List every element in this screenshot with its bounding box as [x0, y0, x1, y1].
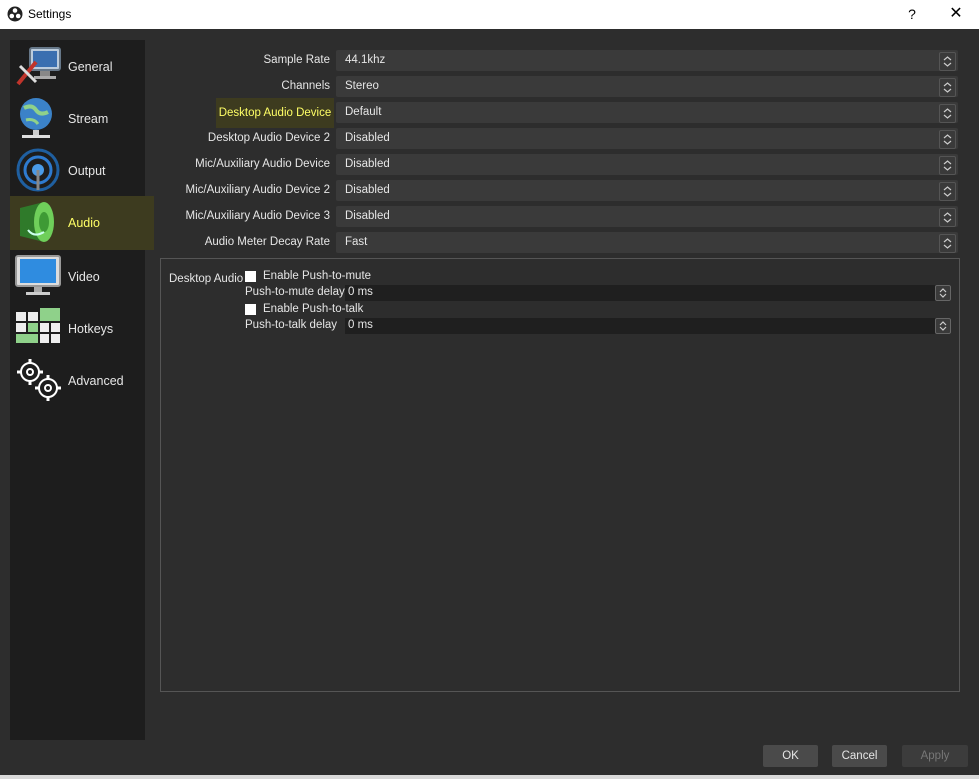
sidebar-item-advanced[interactable]: Advanced [10, 354, 145, 406]
desktop-audio-device-2-label: Desktop Audio Device 2 [207, 132, 330, 144]
mic-aux-device-2-value: Disabled [345, 184, 390, 196]
desktop-audio-device-value: Default [345, 106, 382, 118]
sidebar-item-label: General [68, 60, 113, 74]
sidebar-item-output[interactable]: Output [10, 144, 145, 196]
checkbox-icon [245, 271, 256, 282]
desktop-audio-device-2-row: Desktop Audio Device 2 Disabled [160, 128, 960, 150]
sidebar-item-video[interactable]: Video [10, 250, 145, 302]
desktop-audio-device-select[interactable]: Default [336, 102, 958, 123]
mic-aux-device-3-value: Disabled [345, 210, 390, 222]
updown-arrows-icon [939, 130, 956, 149]
settings-sidebar: General Stream Output Audio Video Hotkey… [10, 40, 154, 740]
channels-value: Stereo [345, 80, 379, 92]
audio-meter-decay-rate-label: Audio Meter Decay Rate [204, 236, 330, 248]
sidebar-item-label: Video [68, 270, 100, 284]
desktop-audio-device-2-value: Disabled [345, 132, 390, 144]
updown-arrows-icon [939, 208, 956, 227]
desktop-audio-device-row: Desktop Audio Device Default [160, 98, 960, 128]
push-to-mute-delay-row: Push-to-mute delay 0 ms [245, 285, 951, 302]
updown-arrows-icon [939, 234, 956, 253]
sidebar-item-label: Audio [68, 216, 100, 230]
audio-meter-decay-rate-row: Audio Meter Decay Rate Fast [160, 232, 960, 254]
mic-aux-device-2-select[interactable]: Disabled [336, 180, 958, 201]
updown-arrows-icon [939, 182, 956, 201]
sidebar-item-stream[interactable]: Stream [10, 92, 145, 144]
sample-rate-select[interactable]: 44.1khz [336, 50, 958, 71]
updown-arrows-icon [939, 104, 956, 123]
sidebar-item-label: Output [68, 164, 106, 178]
output-icon [14, 148, 62, 192]
push-to-mute-delay-value: 0 ms [348, 286, 373, 298]
mic-aux-device-label: Mic/Auxiliary Audio Device [195, 158, 330, 170]
audio-meter-decay-rate-select[interactable]: Fast [336, 232, 958, 253]
desktop-audio-device-label: Desktop Audio Device [216, 98, 334, 128]
push-to-talk-delay-row: Push-to-talk delay 0 ms [245, 318, 951, 335]
sidebar-item-general[interactable]: General [10, 40, 145, 92]
updown-arrows-icon [939, 78, 956, 97]
updown-arrows-icon [939, 52, 956, 71]
hotkeys-icon [14, 306, 62, 350]
sidebar-item-label: Hotkeys [68, 322, 114, 336]
channels-row: Channels Stereo [160, 76, 960, 98]
push-to-talk-delay-spinbox[interactable]: 0 ms [345, 318, 951, 334]
cancel-button[interactable]: Cancel [832, 745, 887, 767]
push-to-talk-delay-value: 0 ms [348, 319, 373, 331]
sidebar-item-audio[interactable]: Audio [10, 196, 154, 250]
mic-aux-device-2-label: Mic/Auxiliary Audio Device 2 [185, 184, 330, 196]
sidebar-item-label: Stream [68, 112, 109, 126]
mic-aux-device-3-row: Mic/Auxiliary Audio Device 3 Disabled [160, 206, 960, 228]
push-to-mute-delay-spinbox[interactable]: 0 ms [345, 285, 951, 301]
taskbar-edge [0, 775, 979, 779]
sample-rate-row: Sample Rate 44.1khz [160, 50, 960, 72]
checkbox-icon [245, 304, 256, 315]
apply-button[interactable]: Apply [902, 745, 968, 767]
sample-rate-value: 44.1khz [345, 54, 386, 66]
push-to-mute-label: Enable Push-to-mute [263, 270, 372, 282]
mic-aux-device-2-row: Mic/Auxiliary Audio Device 2 Disabled [160, 180, 960, 202]
mic-aux-device-3-select[interactable]: Disabled [336, 206, 958, 227]
updown-arrows-icon[interactable] [935, 285, 951, 301]
general-icon [14, 44, 62, 88]
sidebar-item-label: Advanced [68, 374, 124, 388]
channels-select[interactable]: Stereo [336, 76, 958, 97]
desktop-audio-device-2-select[interactable]: Disabled [336, 128, 958, 149]
sidebar-item-hotkeys[interactable]: Hotkeys [10, 302, 145, 354]
video-icon [14, 254, 62, 298]
audio-meter-decay-rate-value: Fast [345, 236, 368, 248]
mic-aux-device-select[interactable]: Disabled [336, 154, 958, 175]
updown-arrows-icon [939, 156, 956, 175]
advanced-icon [14, 358, 62, 402]
mic-aux-device-row: Mic/Auxiliary Audio Device Disabled [160, 154, 960, 176]
push-to-talk-label: Enable Push-to-talk [263, 303, 364, 315]
sample-rate-label: Sample Rate [263, 54, 330, 66]
audio-icon [14, 200, 62, 244]
desktop-audio-group-label: Desktop Audio [169, 273, 244, 285]
ok-button[interactable]: OK [763, 745, 818, 767]
channels-label: Channels [281, 80, 330, 92]
updown-arrows-icon[interactable] [935, 318, 951, 334]
mic-aux-device-3-label: Mic/Auxiliary Audio Device 3 [185, 210, 330, 222]
push-to-mute-delay-label: Push-to-mute delay [245, 286, 345, 298]
stream-icon [14, 96, 62, 140]
mic-aux-device-value: Disabled [345, 158, 390, 170]
hotkey-group-box: Desktop Audio Enable Push-to-mute Push-t… [160, 258, 960, 692]
push-to-talk-delay-label: Push-to-talk delay [245, 319, 338, 331]
